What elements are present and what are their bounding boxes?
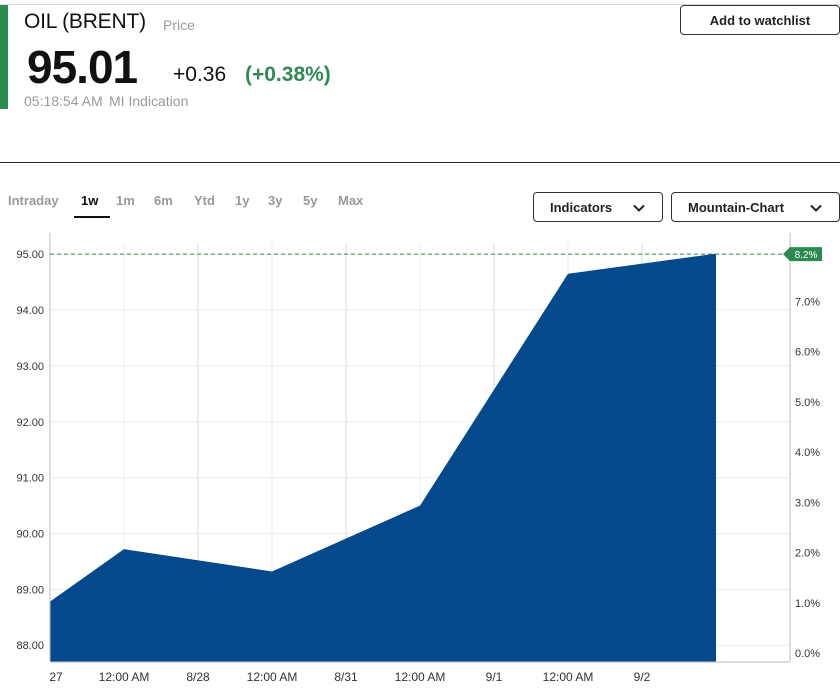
tab-5y[interactable]: 5y — [303, 193, 317, 208]
instrument-type-label: Price — [163, 17, 195, 33]
y-tick-label: 90.00 — [16, 529, 44, 541]
chevron-down-icon — [810, 204, 822, 212]
current-price: 95.01 — [27, 41, 138, 93]
tab-1w[interactable]: 1w — [81, 193, 98, 208]
x-tick-label: 8/31 — [334, 670, 358, 684]
price-change-absolute: +0.36 — [173, 63, 227, 86]
x-tick-label: 27 — [49, 670, 63, 684]
tab-ytd[interactable]: Ytd — [194, 193, 215, 208]
add-to-watchlist-button[interactable]: Add to watchlist — [680, 5, 840, 35]
y-right-tick-label: 2.0% — [795, 548, 820, 560]
accent-bar — [0, 5, 8, 109]
y-right-tick-label: 7.0% — [795, 296, 820, 308]
y-tick-label: 95.00 — [16, 249, 44, 261]
x-tick-label: 12:00 AM — [395, 670, 446, 684]
header-divider — [0, 162, 840, 163]
y-tick-label: 93.00 — [16, 361, 44, 373]
indicators-label: Indicators — [550, 199, 613, 215]
chart-type-label: Mountain-Chart — [688, 199, 785, 215]
area-series-fill — [50, 253, 716, 662]
current-value-badge-label: 8.2% — [795, 250, 818, 261]
tab-1y[interactable]: 1y — [235, 193, 249, 208]
instrument-name: OIL (BRENT) — [24, 10, 146, 33]
quote-timestamp: 05:18:54 AM — [24, 93, 103, 109]
y-tick-label: 92.00 — [16, 417, 44, 429]
quote-source: MI Indication — [109, 93, 189, 109]
indicators-dropdown[interactable]: Indicators — [533, 192, 663, 222]
y-right-tick-label: 4.0% — [795, 447, 820, 459]
y-right-tick-label: 6.0% — [795, 347, 820, 359]
y-right-tick-label: 1.0% — [795, 598, 820, 610]
y-tick-label: 89.00 — [16, 584, 44, 596]
tab-1m[interactable]: 1m — [116, 193, 135, 208]
chart-type-dropdown[interactable]: Mountain-Chart — [671, 192, 840, 222]
x-tick-label: 8/28 — [186, 670, 210, 684]
x-tick-label: 12:00 AM — [543, 670, 594, 684]
tab-max[interactable]: Max — [338, 193, 363, 208]
x-tick-label: 12:00 AM — [99, 670, 150, 684]
y-tick-label: 88.00 — [16, 640, 44, 652]
chart-area-series — [50, 253, 716, 662]
y-tick-label: 94.00 — [16, 305, 44, 317]
active-tab-indicator — [74, 216, 110, 218]
price-change-percent: (+0.38%) — [245, 63, 331, 86]
price-chart[interactable]: 95.00 94.00 93.00 92.00 91.00 90.00 89.00 88.00… — [0, 228, 840, 693]
y-right-tick-label: 5.0% — [795, 397, 820, 409]
tab-6m[interactable]: 6m — [154, 193, 173, 208]
y-right-tick-label: 0.0% — [795, 648, 820, 660]
tab-intraday[interactable]: Intraday — [8, 193, 59, 208]
x-tick-label: 9/1 — [486, 670, 503, 684]
tab-3y[interactable]: 3y — [268, 193, 282, 208]
y-tick-label: 91.00 — [16, 473, 44, 485]
chevron-down-icon — [633, 204, 645, 212]
x-tick-label: 9/2 — [634, 670, 651, 684]
x-tick-label: 12:00 AM — [247, 670, 298, 684]
y-right-tick-label: 3.0% — [795, 497, 820, 509]
